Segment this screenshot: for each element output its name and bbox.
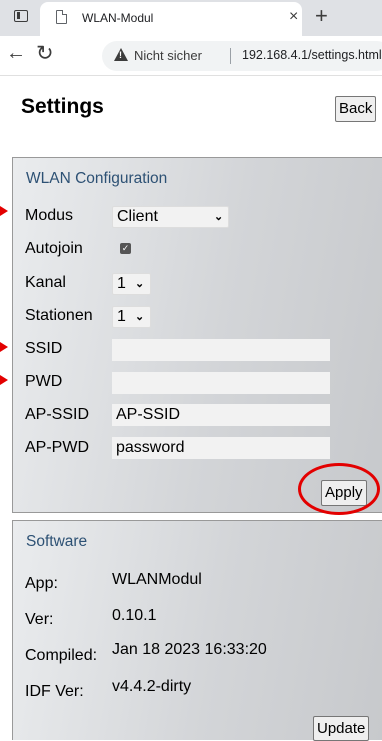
stationen-label: Stationen [25, 307, 93, 324]
ap-pwd-input[interactable] [112, 437, 330, 459]
ver-label: Ver: [25, 611, 54, 628]
tab-close-icon[interactable]: × [289, 7, 298, 27]
pwd-label: PWD [25, 373, 63, 390]
wlan-config-panel: WLAN Configuration Modus Client ⌄ Autojo… [12, 157, 382, 513]
security-status[interactable]: Nicht sicher [134, 48, 202, 63]
ver-value: 0.10.1 [112, 607, 157, 624]
url-text[interactable]: 192.168.4.1/settings.html [242, 48, 382, 62]
ap-ssid-label: AP-SSID [25, 406, 90, 423]
page-icon [56, 10, 67, 24]
browser-tab-bar: WLAN-Modul × + [0, 0, 382, 36]
ap-pwd-label: AP-PWD [25, 439, 89, 456]
address-bar-divider [230, 48, 231, 64]
pwd-input[interactable] [112, 372, 330, 394]
warning-icon [114, 48, 128, 61]
stationen-value: 1 [117, 308, 126, 325]
wlan-config-heading: WLAN Configuration [26, 170, 168, 187]
annotation-arrow-pwd [0, 375, 8, 385]
chevron-down-icon: ⌄ [214, 211, 224, 223]
page-title: Settings [21, 95, 104, 118]
autojoin-label: Autojoin [25, 240, 83, 257]
new-tab-button[interactable]: + [315, 3, 328, 29]
annotation-arrow-ssid [0, 342, 8, 352]
app-value: WLANModul [112, 571, 202, 588]
software-panel: Software App: WLANModul Ver: 0.10.1 Comp… [12, 520, 382, 741]
browser-toolbar: ← ↻ Nicht sicher 192.168.4.1/settings.ht… [0, 36, 382, 76]
ssid-label: SSID [25, 340, 63, 357]
ssid-input[interactable] [112, 339, 330, 361]
chevron-down-icon: ⌄ [135, 311, 145, 323]
stationen-select[interactable]: 1 ⌄ [112, 306, 151, 328]
tab-title: WLAN-Modul [82, 11, 154, 25]
back-arrow-icon[interactable]: ← [6, 42, 26, 65]
autojoin-checkbox[interactable]: ✓ [120, 243, 131, 254]
address-bar[interactable]: Nicht sicher 192.168.4.1/settings.html [102, 41, 382, 71]
check-icon: ✓ [121, 243, 130, 253]
kanal-value: 1 [117, 275, 126, 292]
kanal-select[interactable]: 1 ⌄ [112, 273, 151, 295]
tab-list-icon[interactable] [14, 10, 28, 22]
idf-ver-label: IDF Ver: [25, 683, 84, 700]
reload-icon[interactable]: ↻ [36, 41, 54, 66]
modus-value: Client [117, 208, 158, 225]
ap-ssid-input[interactable] [112, 404, 330, 426]
idf-ver-value: v4.4.2-dirty [112, 678, 192, 695]
annotation-arrow-modus [0, 206, 8, 216]
compiled-label: Compiled: [25, 647, 98, 664]
chevron-down-icon: ⌄ [135, 278, 145, 290]
software-heading: Software [26, 533, 88, 550]
compiled-value: Jan 18 2023 16:33:20 [112, 641, 267, 658]
annotation-circle-apply [298, 463, 380, 515]
app-label: App: [25, 575, 58, 592]
kanal-label: Kanal [25, 274, 66, 291]
modus-select[interactable]: Client ⌄ [112, 206, 229, 228]
update-button[interactable]: Update [313, 716, 370, 741]
browser-tab[interactable]: WLAN-Modul × [40, 2, 302, 36]
modus-label: Modus [25, 207, 74, 224]
back-button[interactable]: Back [335, 96, 377, 122]
